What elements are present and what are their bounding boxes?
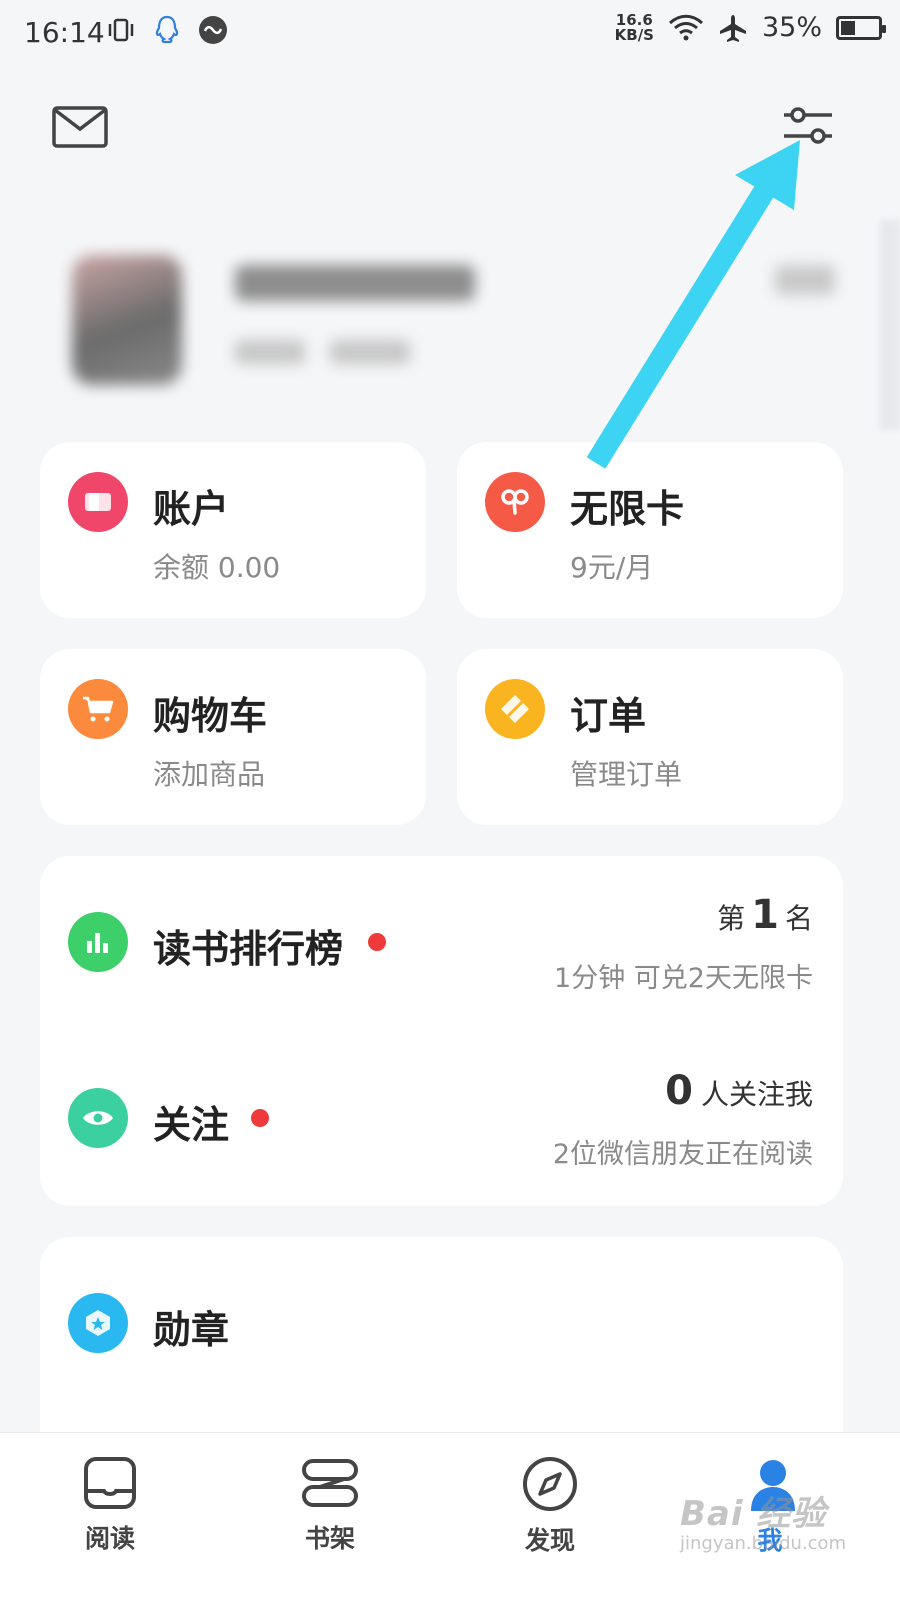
user-profile-blurred[interactable]: [40, 235, 860, 410]
medal-icon: [68, 1293, 128, 1353]
battery-percentage: 35%: [761, 12, 822, 43]
tab-bookshelf[interactable]: 书架: [270, 1455, 390, 1555]
vibrate-icon: [108, 18, 134, 42]
follow-notification-dot: [251, 1109, 269, 1127]
medal-title: 勋章: [153, 1308, 230, 1352]
unlimited-price: 9元/月: [570, 551, 654, 584]
order-subtitle: 管理订单: [570, 758, 683, 791]
cart-card[interactable]: 购物车 添加商品: [40, 649, 426, 825]
follow-subtitle: 2位微信朋友正在阅读: [552, 1139, 813, 1170]
follower-count-number: 0: [665, 1068, 693, 1114]
tab-discover-label: 发现: [524, 1526, 575, 1555]
eye-icon: [68, 1088, 128, 1148]
airplane-mode-icon: [719, 14, 746, 42]
ranking-notification-dot: [368, 933, 386, 951]
settings-sliders-icon: [784, 107, 832, 144]
order-diamond-icon: [485, 679, 545, 739]
follow-title: 关注: [153, 1103, 230, 1147]
order-card[interactable]: 订单 管理订单: [457, 649, 843, 825]
battery-level-fill: [841, 20, 855, 35]
unlimited-title: 无限卡: [570, 487, 685, 531]
wallet-icon: [68, 472, 128, 532]
mail-button[interactable]: [52, 106, 108, 152]
account-title: 账户: [153, 487, 230, 531]
ranking-title: 读书排行榜: [153, 927, 344, 971]
unlimited-card[interactable]: 无限卡 9元/月: [457, 442, 843, 618]
status-left-icons: [106, 14, 228, 46]
order-title: 订单: [570, 694, 647, 738]
infinity-card-icon: [485, 472, 545, 532]
bookshelf-icon: [302, 1459, 358, 1507]
follower-count: 0 人关注我: [665, 1068, 813, 1114]
compass-icon: [523, 1457, 577, 1511]
shopping-cart-icon: [68, 679, 128, 739]
status-time: 16:14: [24, 16, 105, 49]
stats-card: 读书排行榜 第1名 1分钟 可兑2天无限卡 关注 0 人关注我 2位微信朋友正在阅…: [40, 856, 843, 1206]
tab-discover[interactable]: 发现: [490, 1455, 610, 1557]
cart-subtitle: 添加商品: [153, 758, 266, 791]
ranking-subtitle: 1分钟 可兑2天无限卡: [554, 963, 813, 994]
tab-bookshelf-label: 书架: [304, 1524, 355, 1553]
scroll-edge: [880, 220, 900, 430]
status-right-icons: 16.6 KB/S 35%: [614, 10, 886, 44]
profile-link-redacted[interactable]: [775, 265, 835, 295]
username-redacted: [235, 265, 475, 301]
mail-icon: [52, 106, 108, 148]
user-info-redacted: [330, 340, 410, 364]
battery-icon: [836, 15, 886, 40]
avatar[interactable]: [72, 255, 182, 385]
rank-number: 1: [751, 892, 779, 938]
settings-button[interactable]: [782, 104, 832, 150]
user-info-redacted: [235, 340, 305, 364]
status-bar: 16:14 16.6 KB/S 35%: [0, 0, 900, 64]
wifi-icon: [668, 14, 703, 40]
app-notification-icon: [199, 16, 227, 44]
account-balance: 余额 0.00: [153, 551, 281, 584]
baidu-jingyan-watermark: Bai 经验 jingyan.baidu.com: [680, 1494, 847, 1554]
tab-read[interactable]: 阅读: [50, 1455, 170, 1555]
book-open-icon: [84, 1457, 136, 1509]
cart-title: 购物车: [153, 694, 268, 738]
qq-icon: [155, 15, 179, 44]
bar-chart-icon: [68, 912, 128, 972]
account-card[interactable]: 账户 余额 0.00: [40, 442, 426, 618]
network-speed: 16.6 KB/S: [614, 10, 654, 44]
tab-read-label: 阅读: [84, 1524, 135, 1553]
rank-position: 第1名: [717, 892, 813, 938]
